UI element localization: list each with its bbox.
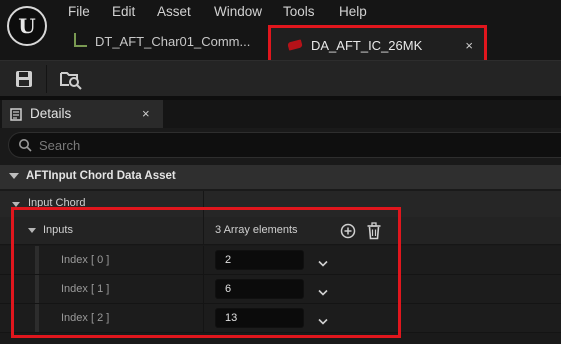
- category-header[interactable]: AFTInput Chord Data Asset: [0, 165, 561, 189]
- indent-bar: [35, 246, 39, 274]
- close-tab-icon[interactable]: ×: [465, 28, 473, 64]
- array-element-row[interactable]: Index [ 0 ] 2: [0, 246, 561, 275]
- inputs-array-row[interactable]: Inputs 3 Array elements: [0, 217, 561, 245]
- menu-edit[interactable]: Edit: [112, 3, 135, 21]
- collapse-arrow-icon[interactable]: [28, 228, 36, 233]
- save-icon[interactable]: [13, 68, 35, 90]
- details-icon: [10, 108, 22, 121]
- search-input[interactable]: [39, 136, 539, 154]
- indent-bar: [35, 275, 39, 303]
- menu-asset[interactable]: Asset: [157, 3, 191, 21]
- search-icon: [18, 138, 32, 152]
- trash-icon[interactable]: [366, 222, 382, 240]
- menu-window[interactable]: Window: [214, 3, 262, 21]
- chevron-down-icon[interactable]: [318, 255, 328, 267]
- unreal-logo-icon[interactable]: U: [7, 6, 47, 46]
- input-chord-row[interactable]: Input Chord: [0, 191, 561, 219]
- category-label: AFTInput Chord Data Asset: [26, 170, 176, 182]
- element-value-field[interactable]: 2: [215, 250, 304, 270]
- toolbar-divider: [46, 65, 47, 93]
- column-divider: [203, 191, 204, 218]
- collapse-arrow-icon[interactable]: [9, 173, 19, 179]
- data-asset-icon: [287, 39, 303, 51]
- element-index-label: Index [ 1 ]: [61, 283, 110, 295]
- browse-icon[interactable]: [59, 68, 83, 90]
- details-panel-tab[interactable]: Details ×: [2, 100, 163, 128]
- toolbar: [0, 60, 561, 96]
- element-value-field[interactable]: 13: [215, 308, 304, 328]
- column-divider: [203, 304, 204, 332]
- column-divider: [203, 246, 204, 274]
- tab-data-asset-label: DA_AFT_IC_26MK: [311, 38, 423, 53]
- array-element-row[interactable]: Index [ 1 ] 6: [0, 275, 561, 304]
- menu-file[interactable]: File: [68, 3, 90, 21]
- array-element-row[interactable]: Index [ 2 ] 13: [0, 304, 561, 333]
- search-box[interactable]: [8, 132, 561, 158]
- add-element-icon[interactable]: [340, 223, 356, 239]
- inputs-label: Inputs: [43, 224, 73, 236]
- tab-data-table[interactable]: DT_AFT_Char01_Comm...: [74, 29, 270, 55]
- tab-data-table-label: DT_AFT_Char01_Comm...: [95, 34, 251, 49]
- menu-tools[interactable]: Tools: [283, 3, 315, 21]
- column-divider: [203, 275, 204, 303]
- chevron-down-icon[interactable]: [318, 313, 328, 325]
- element-index-label: Index [ 0 ]: [61, 254, 110, 266]
- menu-help[interactable]: Help: [339, 3, 367, 21]
- chevron-down-icon[interactable]: [318, 284, 328, 296]
- array-element-count: 3 Array elements: [215, 224, 298, 236]
- element-index-label: Index [ 2 ]: [61, 312, 110, 324]
- column-divider: [203, 217, 204, 244]
- indent-bar: [35, 304, 39, 332]
- element-value-field[interactable]: 6: [215, 279, 304, 299]
- details-title: Details: [30, 106, 72, 121]
- close-panel-icon[interactable]: ×: [142, 106, 150, 121]
- data-table-icon: [74, 33, 87, 47]
- collapse-arrow-icon[interactable]: [12, 202, 20, 207]
- input-chord-label: Input Chord: [28, 197, 86, 209]
